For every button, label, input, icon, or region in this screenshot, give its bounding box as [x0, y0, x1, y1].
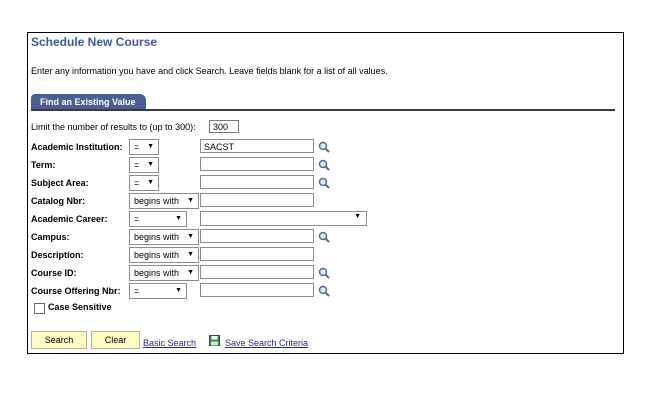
- value-input[interactable]: SACST: [200, 139, 314, 153]
- value-input[interactable]: [200, 265, 314, 279]
- chevron-down-icon: ▼: [147, 161, 154, 168]
- limit-results-input[interactable]: 300: [209, 120, 239, 133]
- operator-value: =: [134, 286, 140, 296]
- operator-value: =: [134, 178, 140, 188]
- case-sensitive-label: Case Sensitive: [48, 302, 112, 312]
- search-page-frame: Schedule New Course Enter any informatio…: [27, 32, 624, 354]
- operator-select[interactable]: = ▼: [129, 211, 187, 227]
- lookup-magnifier-icon[interactable]: [318, 159, 330, 171]
- field-label: Catalog Nbr:: [31, 196, 85, 206]
- field-label: Description:: [31, 250, 84, 260]
- lookup-magnifier-icon[interactable]: [318, 141, 330, 153]
- operator-value: begins with: [134, 196, 180, 206]
- field-label: Term:: [31, 160, 56, 170]
- limit-results-label: Limit the number of results to (up to 30…: [31, 122, 196, 132]
- tab-underline: [31, 109, 615, 111]
- field-row-description: Description: begins with ▼: [28, 247, 623, 263]
- operator-value: begins with: [134, 250, 180, 260]
- field-row-term: Term: = ▼: [28, 157, 623, 173]
- field-row-course-offering-nbr: Course Offering Nbr: = ▼: [28, 283, 623, 299]
- operator-value: =: [134, 160, 140, 170]
- operator-select[interactable]: = ▼: [129, 175, 159, 191]
- floppy-disk-icon[interactable]: [209, 335, 220, 346]
- chevron-down-icon: ▼: [147, 179, 154, 186]
- field-label: Academic Institution:: [31, 142, 123, 152]
- chevron-down-icon: ▼: [187, 197, 194, 204]
- lookup-magnifier-icon[interactable]: [318, 285, 330, 297]
- value-input[interactable]: [200, 175, 314, 189]
- operator-value: begins with: [134, 232, 180, 242]
- instructions-text: Enter any information you have and click…: [31, 66, 388, 76]
- chevron-down-icon: ▼: [354, 213, 361, 220]
- operator-value: =: [134, 142, 140, 152]
- academic-career-select[interactable]: ▼: [200, 211, 367, 226]
- field-row-academic-institution: Academic Institution: = ▼ SACST: [28, 139, 623, 155]
- chevron-down-icon: ▼: [187, 251, 194, 258]
- field-row-subject-area: Subject Area: = ▼: [28, 175, 623, 191]
- lookup-magnifier-icon[interactable]: [318, 267, 330, 279]
- chevron-down-icon: ▼: [187, 269, 194, 276]
- clear-button[interactable]: Clear: [91, 331, 140, 349]
- save-search-criteria-link[interactable]: Save Search Criteria: [225, 338, 308, 348]
- field-label: Subject Area:: [31, 178, 89, 188]
- operator-select[interactable]: begins with ▼: [129, 265, 199, 281]
- operator-select[interactable]: begins with ▼: [129, 247, 199, 263]
- operator-value: =: [134, 214, 140, 224]
- value-input[interactable]: [200, 157, 314, 171]
- field-label: Course ID:: [31, 268, 77, 278]
- tab-find-existing-value[interactable]: Find an Existing Value: [31, 94, 146, 110]
- value-input[interactable]: [200, 247, 314, 261]
- field-label: Course Offering Nbr:: [31, 286, 121, 296]
- chevron-down-icon: ▼: [187, 233, 194, 240]
- lookup-magnifier-icon[interactable]: [318, 231, 330, 243]
- value-input[interactable]: [200, 283, 314, 297]
- field-label: Academic Career:: [31, 214, 108, 224]
- operator-select[interactable]: = ▼: [129, 157, 159, 173]
- field-row-course-id: Course ID: begins with ▼: [28, 265, 623, 281]
- operator-select[interactable]: = ▼: [129, 139, 159, 155]
- field-label: Campus:: [31, 232, 70, 242]
- search-button[interactable]: Search: [31, 331, 87, 349]
- chevron-down-icon: ▼: [147, 143, 154, 150]
- field-row-campus: Campus: begins with ▼: [28, 229, 623, 245]
- chevron-down-icon: ▼: [175, 287, 182, 294]
- operator-select[interactable]: begins with ▼: [129, 229, 199, 245]
- lookup-magnifier-icon[interactable]: [318, 177, 330, 189]
- page-title: Schedule New Course: [31, 35, 158, 49]
- field-row-academic-career: Academic Career: = ▼ ▼: [28, 211, 623, 227]
- case-sensitive-checkbox[interactable]: [34, 303, 45, 314]
- basic-search-link[interactable]: Basic Search: [143, 338, 196, 348]
- operator-select[interactable]: = ▼: [129, 283, 187, 299]
- operator-value: begins with: [134, 268, 180, 278]
- operator-select[interactable]: begins with ▼: [129, 193, 199, 209]
- value-input[interactable]: [200, 193, 314, 207]
- field-row-catalog-nbr: Catalog Nbr: begins with ▼: [28, 193, 623, 209]
- chevron-down-icon: ▼: [175, 215, 182, 222]
- value-input[interactable]: [200, 229, 314, 243]
